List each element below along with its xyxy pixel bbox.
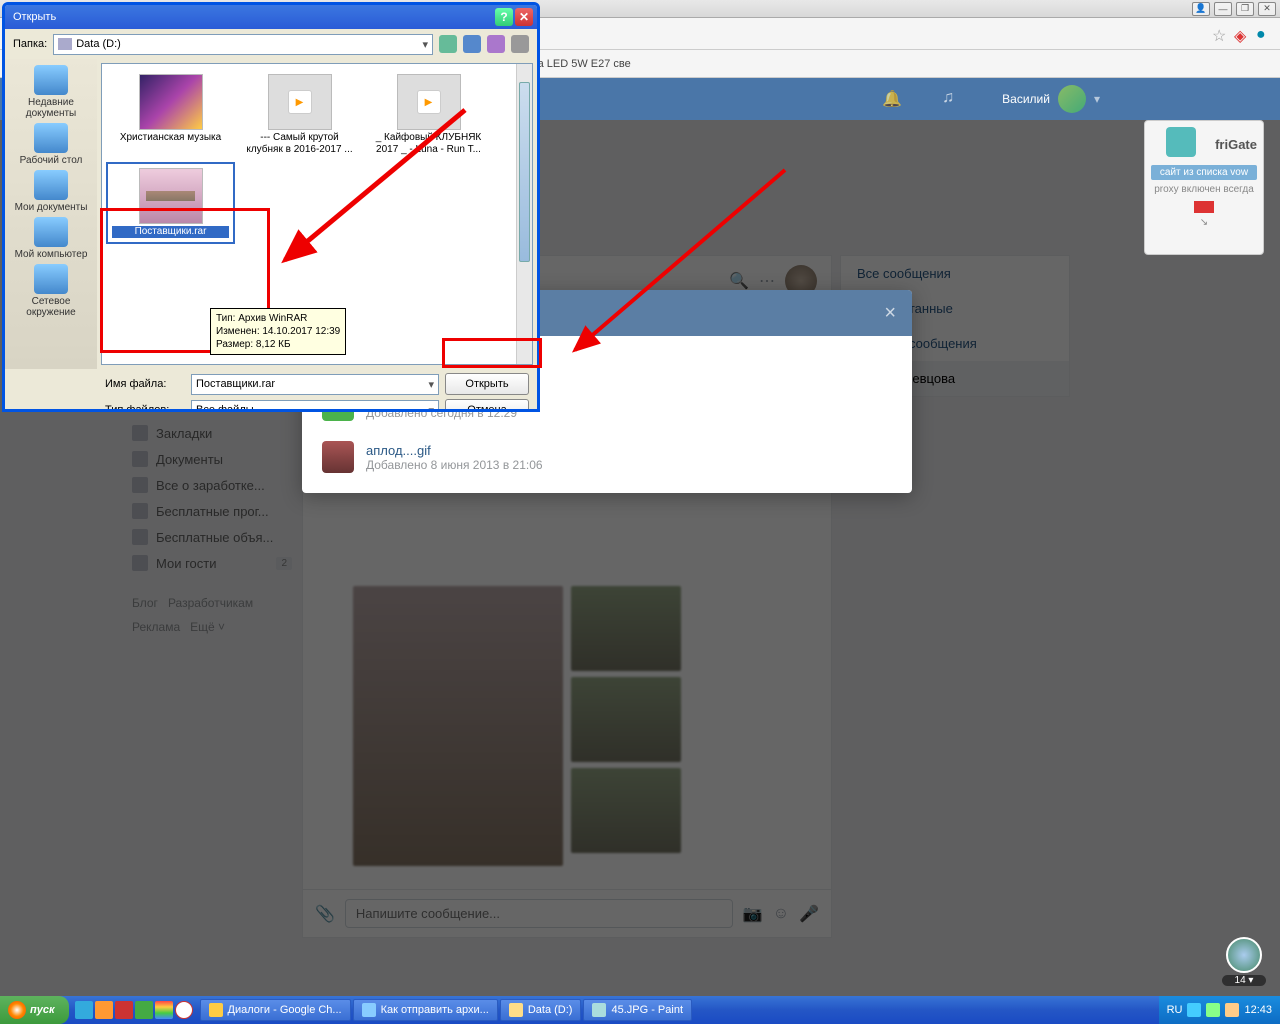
taskbar-item[interactable]: Как отправить архи...	[353, 999, 498, 1021]
avatar	[1058, 85, 1086, 113]
places-item[interactable]: Рабочий стол	[11, 123, 91, 166]
file-date: Добавлено 8 июня 2013 в 21:06	[366, 458, 543, 472]
taskbar-item[interactable]: Диалоги - Google Ch...	[200, 999, 351, 1021]
file-label: _ Кайфовый КЛУБНЯК 2017 _ - Luna - Run T…	[370, 132, 487, 156]
close-icon[interactable]: ✕	[515, 8, 533, 26]
file-icon	[268, 74, 332, 130]
widget-count: 14 ▾	[1222, 975, 1266, 986]
places-item[interactable]: Недавние документы	[11, 65, 91, 119]
blue-ext-icon[interactable]: ●	[1256, 26, 1272, 42]
filename-input[interactable]: Поставщики.rar	[191, 374, 439, 395]
vk-user-menu[interactable]: Василий ▾	[1002, 85, 1100, 113]
ql-icon[interactable]	[95, 1001, 113, 1019]
file-item[interactable]: _ Кайфовый КЛУБНЯК 2017 _ - Luna - Run T…	[366, 70, 491, 160]
scrollbar[interactable]	[516, 64, 532, 364]
place-icon	[34, 170, 68, 200]
file-item[interactable]: --- Самый крутой клубняк в 2016-2017 ...	[237, 70, 362, 160]
minimize-icon[interactable]: —	[1214, 2, 1232, 16]
file-label: Христианская музыка	[112, 132, 229, 144]
app-icon	[592, 1003, 606, 1017]
star-icon[interactable]: ☆	[1212, 26, 1228, 42]
tray-icon[interactable]	[1206, 1003, 1220, 1017]
windows-logo-icon	[8, 1001, 26, 1019]
folder-dropdown[interactable]: Data (D:)	[53, 34, 433, 55]
place-icon	[34, 123, 68, 153]
music-icon[interactable]: ♫	[942, 89, 962, 109]
app-icon	[362, 1003, 376, 1017]
ql-icon[interactable]	[135, 1001, 153, 1019]
bell-icon[interactable]: 🔔	[882, 89, 902, 109]
file-tooltip: Тип: Архив WinRAR Изменен: 14.10.2017 12…	[210, 308, 346, 355]
chrome-icon[interactable]	[155, 1001, 173, 1019]
places-item[interactable]: Мой компьютер	[11, 217, 91, 260]
file-label: Поставщики.rar	[112, 226, 229, 238]
cancel-button[interactable]: Отмена	[445, 399, 529, 412]
ql-icon[interactable]	[115, 1001, 133, 1019]
close-icon[interactable]: ×	[884, 302, 896, 325]
places-item[interactable]: Мои документы	[11, 170, 91, 213]
frigate-proxy: proxy включен всегда	[1151, 184, 1257, 195]
places-sidebar: Недавние документыРабочий столМои докуме…	[5, 59, 97, 369]
file-name: аплод....gif	[366, 443, 543, 458]
quicklaunch	[69, 1001, 199, 1019]
taskbar-item[interactable]: Data (D:)	[500, 999, 582, 1021]
vk-username: Василий	[1002, 92, 1050, 106]
app-icon	[209, 1003, 223, 1017]
ql-icon[interactable]	[75, 1001, 93, 1019]
folder-label: Папка:	[13, 38, 47, 50]
maximize-icon[interactable]: ❐	[1236, 2, 1254, 16]
file-label: --- Самый крутой клубняк в 2016-2017 ...	[241, 132, 358, 156]
start-button[interactable]: пуск	[0, 996, 69, 1024]
place-icon	[34, 217, 68, 247]
file-icon	[139, 74, 203, 130]
place-icon	[34, 65, 68, 95]
scrollbar-thumb[interactable]	[519, 82, 530, 262]
open-button[interactable]: Открыть	[445, 373, 529, 395]
filetype-label: Тип файлов:	[105, 404, 185, 412]
app-icon	[509, 1003, 523, 1017]
frigate-panel[interactable]: friGate сайт из списка vow proxy включен…	[1144, 120, 1264, 255]
tray-icon[interactable]	[1225, 1003, 1239, 1017]
taskbar: пуск Диалоги - Google Ch...Как отправить…	[0, 996, 1280, 1024]
help-icon[interactable]: ?	[495, 8, 513, 26]
drive-icon	[58, 38, 72, 50]
dialog-titlebar[interactable]: Открыть ? ✕	[5, 5, 537, 29]
folder-toolbar: Папка: Data (D:)	[5, 29, 537, 59]
close-icon[interactable]: ✕	[1258, 2, 1276, 16]
frigate-logo-icon	[1166, 127, 1196, 157]
file-icon	[397, 74, 461, 130]
file-item[interactable]: Поставщики.rar	[108, 164, 233, 242]
places-item[interactable]: Сетевое окружение	[11, 264, 91, 318]
dialog-bottom: Имя файла: Поставщики.rar Открыть Тип фа…	[5, 369, 537, 412]
file-thumb-icon	[322, 441, 354, 473]
taskbar-item[interactable]: 45.JPG - Paint	[583, 999, 692, 1021]
widget-avatar	[1226, 937, 1262, 973]
yandex-icon[interactable]	[175, 1001, 193, 1019]
system-tray: RU 12:43	[1159, 996, 1280, 1024]
place-icon	[34, 264, 68, 294]
back-icon[interactable]	[439, 35, 457, 53]
file-icon	[139, 168, 203, 224]
shield-icon[interactable]: ◈	[1234, 26, 1250, 42]
filetype-dropdown[interactable]: Все файлы	[191, 400, 439, 413]
attachment-row[interactable]: аплод....gifДобавлено 8 июня 2013 в 21:0…	[302, 431, 912, 483]
file-item[interactable]: Христианская музыка	[108, 70, 233, 160]
clock[interactable]: 12:43	[1244, 1004, 1272, 1016]
chat-widget[interactable]: 14 ▾	[1222, 937, 1266, 986]
filename-label: Имя файла:	[105, 378, 185, 390]
lang-indicator[interactable]: RU	[1167, 1004, 1183, 1016]
views-icon[interactable]	[511, 35, 529, 53]
tray-icon[interactable]	[1187, 1003, 1201, 1017]
flag-icon	[1194, 201, 1214, 213]
new-folder-icon[interactable]	[487, 35, 505, 53]
up-icon[interactable]	[463, 35, 481, 53]
frigate-status: сайт из списка vow	[1151, 165, 1257, 180]
user-icon[interactable]: 👤	[1192, 2, 1210, 16]
dialog-title: Открыть	[13, 11, 56, 23]
arrow-icon[interactable]: ↘	[1151, 217, 1257, 228]
